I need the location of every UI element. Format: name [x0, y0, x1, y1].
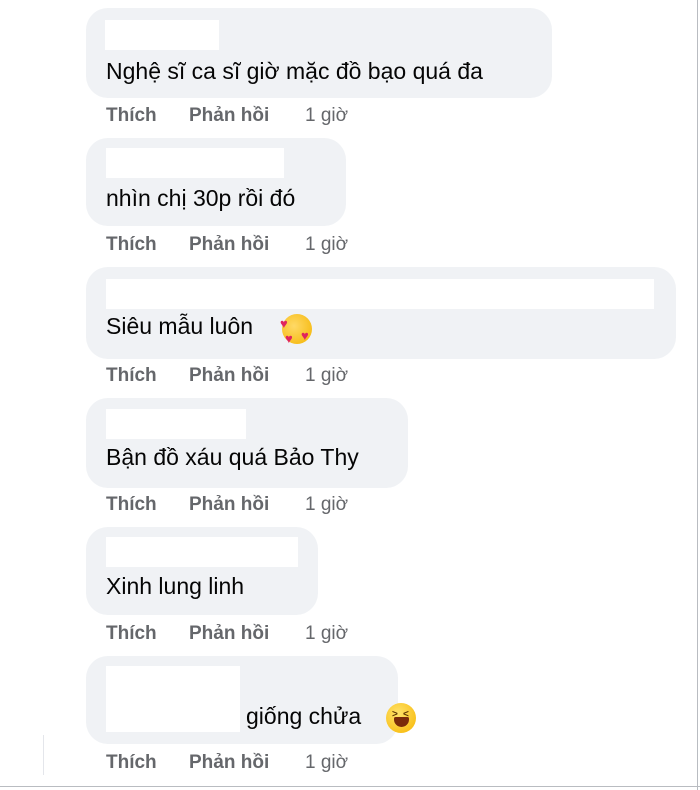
- reply-button[interactable]: Phản hồi: [189, 234, 269, 256]
- author-name-redacted: [106, 537, 298, 567]
- comment-3: Siêu mẫu luôn ♥ ♥ ♥: [86, 267, 676, 359]
- reply-button[interactable]: Phản hồi: [189, 752, 269, 774]
- comment-5: Xinh lung linh: [86, 527, 318, 615]
- like-button[interactable]: Thích: [106, 494, 157, 516]
- reply-button[interactable]: Phản hồi: [189, 623, 269, 645]
- reply-button[interactable]: Phản hồi: [189, 494, 269, 516]
- author-name-redacted: [106, 279, 654, 309]
- comment-timestamp[interactable]: 1 giờ: [305, 623, 348, 645]
- author-name-redacted: [106, 148, 284, 178]
- comment-bubble: Nghệ sĩ ca sĩ giờ mặc đồ bạo quá đa: [86, 8, 552, 98]
- grinning-squinting-face-icon: > <: [386, 703, 416, 733]
- comment-timestamp[interactable]: 1 giờ: [305, 234, 348, 256]
- reply-button[interactable]: Phản hồi: [189, 365, 269, 387]
- comment-text: Xinh lung linh: [106, 573, 245, 599]
- comment-2: nhìn chị 30p rồi đó: [86, 138, 346, 226]
- comment-bubble: nhìn chị 30p rồi đó: [86, 138, 346, 226]
- comment-bubble: giống chửa > <: [86, 656, 416, 744]
- like-button[interactable]: Thích: [106, 105, 157, 127]
- author-name-redacted: [105, 20, 219, 50]
- comment-text: Nghệ sĩ ca sĩ giờ mặc đồ bạo quá đa: [106, 58, 483, 84]
- comment-timestamp[interactable]: 1 giờ: [305, 752, 348, 774]
- comment-timestamp[interactable]: 1 giờ: [305, 365, 348, 387]
- author-name-redacted: [106, 666, 240, 732]
- smiling-face-with-hearts-icon: ♥ ♥ ♥: [280, 314, 312, 345]
- comment-bubble: Xinh lung linh: [86, 527, 318, 615]
- comment-bubble: Siêu mẫu luôn ♥ ♥ ♥: [86, 267, 676, 359]
- thread-line: [43, 735, 44, 775]
- like-button[interactable]: Thích: [106, 623, 157, 645]
- comment-1: Nghệ sĩ ca sĩ giờ mặc đồ bạo quá đa: [86, 8, 552, 98]
- comment-text: Siêu mẫu luôn: [106, 313, 254, 339]
- reply-button[interactable]: Phản hồi: [189, 105, 269, 127]
- comment-text: giống chửa: [246, 703, 362, 729]
- comment-timestamp[interactable]: 1 giờ: [305, 494, 348, 516]
- like-button[interactable]: Thích: [106, 365, 157, 387]
- like-button[interactable]: Thích: [106, 234, 157, 256]
- author-name-redacted: [106, 409, 246, 439]
- frame-border-bottom: [0, 786, 700, 787]
- comment-bubble: Bận đồ xáu quá Bảo Thy: [86, 398, 408, 488]
- frame-border-right: [697, 0, 698, 790]
- comment-text: nhìn chị 30p rồi đó: [106, 185, 296, 211]
- like-button[interactable]: Thích: [106, 752, 157, 774]
- comment-6: giống chửa > <: [86, 656, 416, 744]
- comment-4: Bận đồ xáu quá Bảo Thy: [86, 398, 408, 488]
- comment-text: Bận đồ xáu quá Bảo Thy: [106, 444, 359, 470]
- comment-timestamp[interactable]: 1 giờ: [305, 105, 348, 127]
